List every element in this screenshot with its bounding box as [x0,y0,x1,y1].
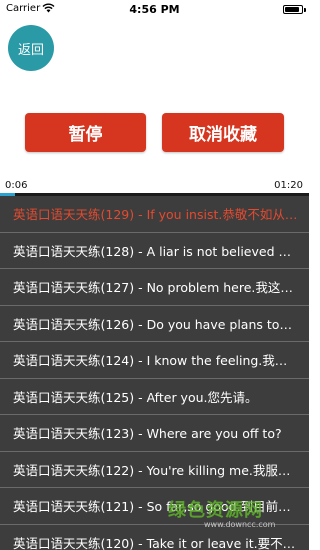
list-item-label: 英语口语天天练(126) - Do you have plans tonight… [13,316,298,332]
list-item-label: 英语口语天天练(129) - If you insist.恭敬不如从命。 [13,207,298,223]
list-item[interactable]: 英语口语天天练(120) - Take it or leave it.要不要随你… [0,525,309,550]
pause-button[interactable]: 暂停 [25,113,146,152]
list-item[interactable]: 英语口语天天练(123) - Where are you off to? [0,415,309,452]
list-item[interactable]: 英语口语天天练(121) - So far,so good.到目前为止还不错。 [0,488,309,525]
list-item-label: 英语口语天天练(124) - I know the feeling.我懂那种感觉… [13,353,298,369]
list-item-playing[interactable]: 英语口语天天练(129) - If you insist.恭敬不如从命。 [0,196,309,233]
playlist: 英语口语天天练(129) - If you insist.恭敬不如从命。 英语口语… [0,196,309,550]
clock: 4:56 PM [129,3,180,16]
list-item-label: 英语口语天天练(125) - After you.您先请。 [13,389,258,405]
battery-tip [304,8,306,12]
list-item-label: 英语口语天天练(120) - Take it or leave it.要不要随你… [13,535,298,550]
list-item[interactable]: 英语口语天天练(126) - Do you have plans tonight… [0,306,309,342]
status-bar: Carrier 4:56 PM [0,0,309,20]
list-item[interactable]: 英语口语天天练(124) - I know the feeling.我懂那种感觉… [0,342,309,379]
total-duration: 01:20 [274,180,303,191]
list-item-label: 英语口语天天练(121) - So far,so good.到目前为止还不错。 [13,499,298,515]
list-item-label: 英语口语天天练(122) - You're killing me.我服了你。 [13,462,298,478]
elapsed-time: 0:06 [5,180,28,191]
list-item-label: 英语口语天天练(128) - A liar is not believed wh… [13,243,298,259]
list-item[interactable]: 英语口语天天练(125) - After you.您先请。 [0,379,309,415]
list-item[interactable]: 英语口语天天练(128) - A liar is not believed wh… [0,233,309,269]
battery-icon [283,5,303,14]
list-item[interactable]: 英语口语天天练(127) - No problem here.我这里没问题。 [0,269,309,306]
list-item-label: 英语口语天天练(127) - No problem here.我这里没问题。 [13,280,298,296]
back-button[interactable]: 返回 [8,25,54,71]
unfavorite-button[interactable]: 取消收藏 [162,113,284,152]
list-item[interactable]: 英语口语天天练(122) - You're killing me.我服了你。 [0,452,309,488]
list-item-label: 英语口语天天练(123) - Where are you off to? [13,426,282,442]
